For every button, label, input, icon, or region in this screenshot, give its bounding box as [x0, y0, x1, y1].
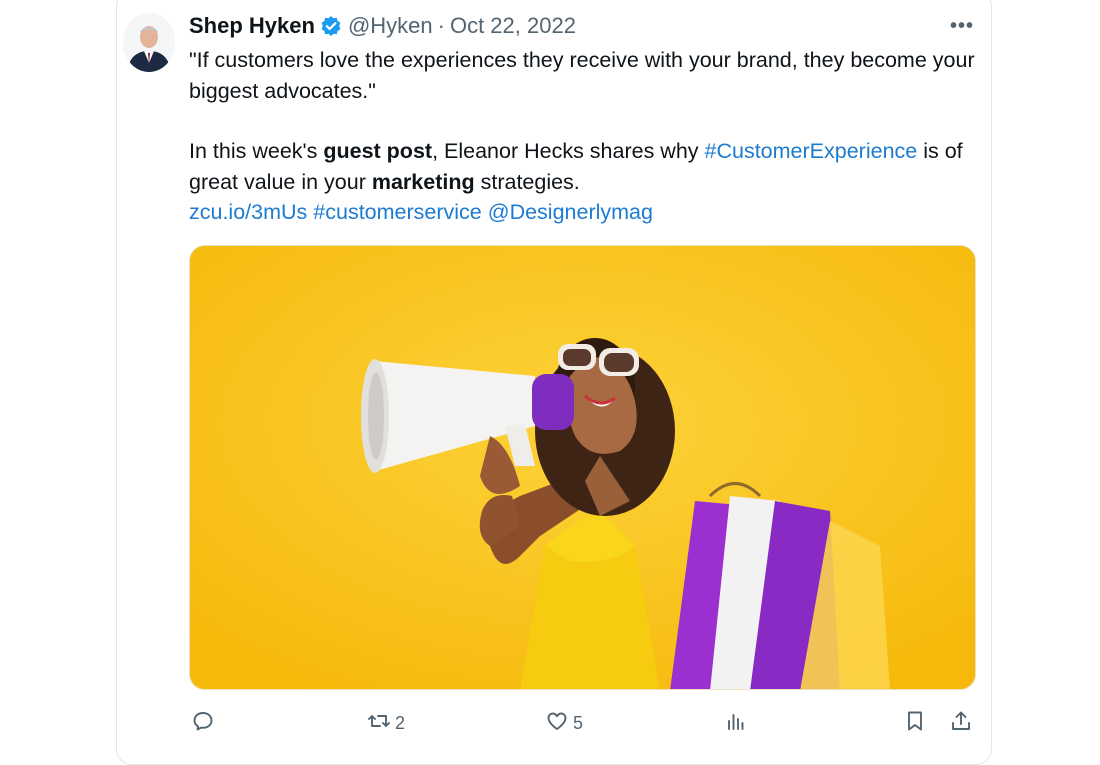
short-url-link[interactable]: zcu.io/3mUs — [189, 200, 307, 224]
tweet-links-line: zcu.io/3mUs #customerservice @Designerly… — [189, 197, 984, 228]
mention-designerlymag[interactable]: @Designerlymag — [488, 200, 653, 224]
reply-button[interactable] — [191, 705, 215, 741]
views-icon — [724, 709, 748, 738]
reply-icon — [191, 709, 215, 738]
views-button[interactable] — [724, 705, 748, 741]
tweet-quote: "If customers love the experiences they … — [189, 48, 975, 103]
share-button[interactable] — [949, 705, 973, 741]
hashtag-customerservice[interactable]: #customerservice — [313, 200, 481, 224]
bookmark-button[interactable] — [903, 705, 927, 741]
body-bold-guest-post: guest post — [323, 139, 433, 163]
share-icon — [949, 709, 973, 738]
tweet-media-image[interactable] — [189, 245, 976, 690]
body-text-4: strategies. — [474, 169, 580, 194]
tweet-text: "If customers love the experiences they … — [189, 45, 984, 228]
retweet-count: 2 — [395, 712, 406, 733]
tweet-action-bar: 2 5 — [189, 705, 976, 741]
more-options-icon[interactable]: ••• — [946, 14, 978, 38]
author-name[interactable]: Shep Hyken — [189, 13, 315, 39]
retweet-icon — [367, 709, 391, 738]
body-text-2: , Eleanor Hecks shares why — [432, 139, 705, 163]
like-button[interactable]: 5 — [545, 705, 583, 741]
verified-badge-icon — [320, 15, 342, 37]
body-text-1: In this week's — [189, 139, 324, 163]
author-handle[interactable]: @Hyken — [348, 13, 433, 39]
bookmark-icon — [903, 709, 927, 738]
body-bold-marketing: marketing — [371, 169, 475, 194]
author-avatar[interactable] — [123, 13, 175, 72]
tweet-date[interactable]: Oct 22, 2022 — [450, 13, 576, 39]
tweet-body-paragraph: In this week's guest post, Eleanor Hecks… — [189, 136, 984, 197]
like-count: 5 — [573, 712, 584, 733]
tweet-header: Shep Hyken @Hyken · Oct 22, 2022 — [189, 12, 576, 40]
heart-icon — [545, 709, 569, 738]
retweet-button[interactable]: 2 — [367, 705, 405, 741]
header-separator: · — [437, 13, 445, 38]
hashtag-customer-experience[interactable]: #CustomerExperience — [705, 139, 918, 163]
